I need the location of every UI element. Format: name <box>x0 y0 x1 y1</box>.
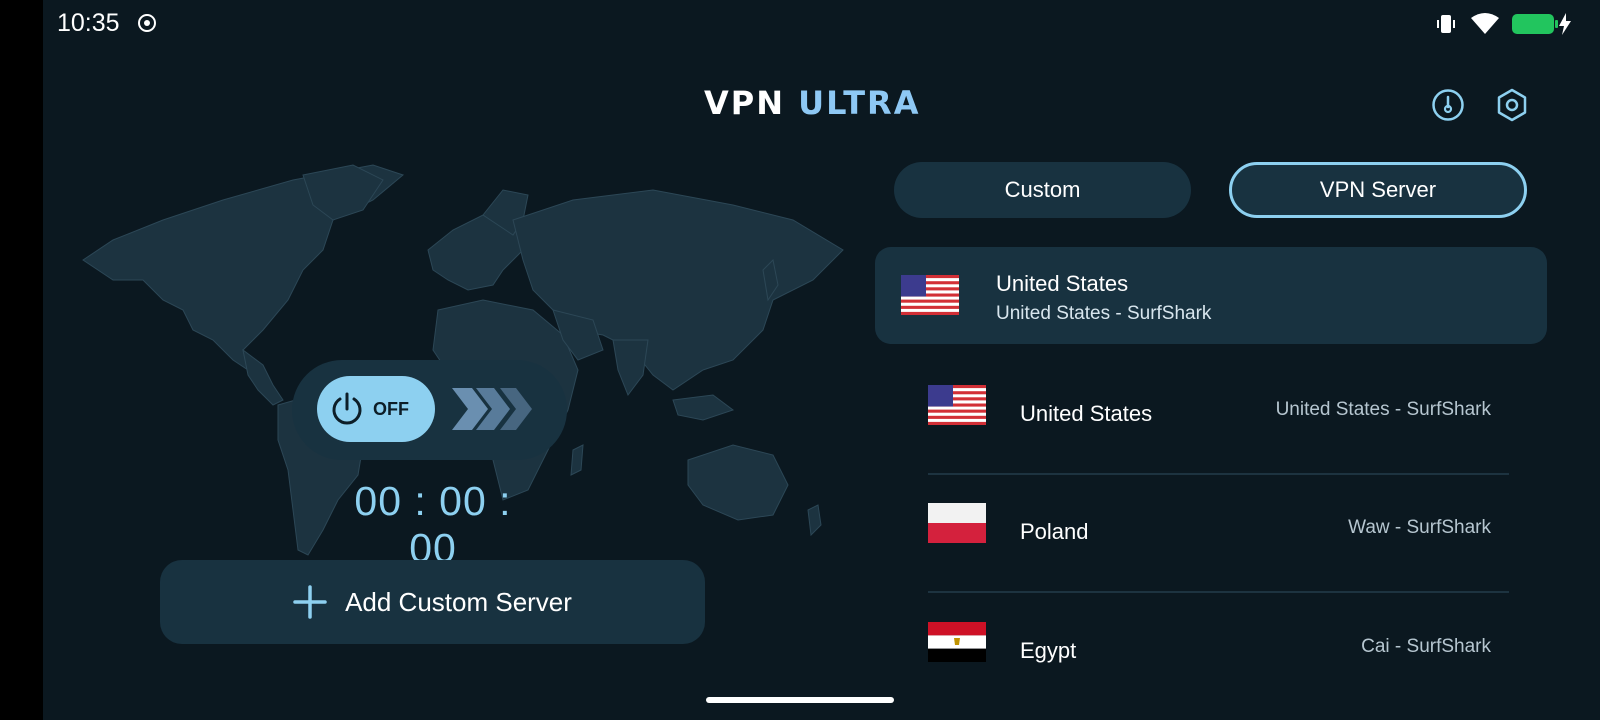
app-title-vpn: VPN <box>704 84 785 122</box>
server-country: Egypt <box>1020 638 1077 663</box>
connection-timer: 00 : 00 : 00 <box>354 478 512 571</box>
poland-flag-icon <box>928 503 986 543</box>
server-country: United States <box>1020 401 1153 426</box>
server-list-item[interactable]: Egypt Cai - SurfShark <box>928 594 1509 712</box>
record-icon <box>138 14 156 32</box>
us-flag-icon <box>928 385 986 425</box>
wifi-icon <box>1471 13 1499 34</box>
selected-server-country: United States <box>996 271 1129 296</box>
app-title: VPN ULTRA <box>704 84 920 122</box>
server-list-item[interactable]: Poland Waw - SurfShark <box>928 475 1509 593</box>
tab-vpn-server[interactable]: VPN Server <box>1229 162 1527 218</box>
power-button[interactable]: OFF <box>317 376 435 442</box>
selected-server-detail: United States - SurfShark <box>996 303 1212 324</box>
settings-icon[interactable] <box>1495 88 1529 122</box>
server-location: United States - SurfShark <box>1275 399 1491 420</box>
tab-custom[interactable]: Custom <box>894 162 1191 218</box>
app-screen: 10:35 VPN ULTRA OFF 00: 00: 00 Add Cus… <box>43 0 1600 720</box>
vibrate-icon <box>1437 15 1455 33</box>
status-icons <box>1434 12 1572 36</box>
app-title-ultra: ULTRA <box>798 84 921 122</box>
server-country: Poland <box>1020 519 1089 544</box>
egypt-flag-icon <box>928 622 986 662</box>
power-state-label: OFF <box>373 398 409 419</box>
add-custom-server-button[interactable]: Add Custom Server <box>160 560 705 644</box>
add-custom-server-label: Add Custom Server <box>345 586 572 617</box>
power-toggle-track: OFF <box>292 360 567 460</box>
home-indicator[interactable] <box>706 697 894 703</box>
plus-icon <box>293 585 327 619</box>
server-list-item[interactable]: United States United States - SurfShark <box>928 357 1509 475</box>
power-icon <box>332 392 362 425</box>
server-location: Waw - SurfShark <box>1348 517 1491 538</box>
battery-icon <box>1512 14 1558 34</box>
selected-server-card[interactable]: United States United States - SurfShark <box>875 247 1547 344</box>
status-time: 10:35 <box>57 9 120 37</box>
server-location: Cai - SurfShark <box>1361 636 1491 657</box>
list-divider <box>928 591 1509 593</box>
speedometer-icon[interactable] <box>1431 88 1465 122</box>
charging-icon <box>1559 13 1571 35</box>
swipe-chevrons-icon <box>452 388 532 430</box>
us-flag-icon <box>901 275 959 315</box>
